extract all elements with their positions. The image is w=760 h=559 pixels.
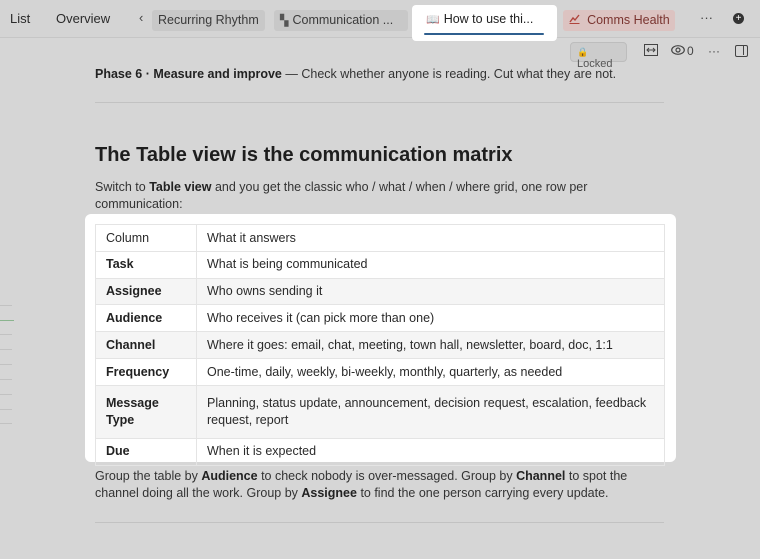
phase-6-line: Phase 6 · Measure and improve — Check wh… (95, 66, 616, 83)
outro-bold: Audience (201, 469, 258, 483)
list-view-link[interactable]: List (10, 11, 30, 26)
table-key-cell: Channel (95, 331, 197, 359)
active-tab-highlight: 📖 How to use thi... (412, 5, 557, 41)
table-key-cell: Audience (95, 304, 197, 333)
tab-how-to-use[interactable]: 📖 How to use thi... (424, 11, 544, 35)
chart-line-icon (569, 14, 583, 27)
table-row: Assignee Who owns sending it (95, 277, 665, 306)
table-value-cell: Planning, status update, announcement, d… (196, 384, 665, 439)
tab-comms-health[interactable]: Comms Health (563, 10, 675, 31)
chevron-left-icon[interactable]: ‹ (139, 10, 143, 25)
table-header-cell: Column (95, 224, 197, 252)
gutter-mark (0, 423, 12, 424)
table-value-cell: Who receives it (can pick more than one) (196, 304, 665, 333)
eye-icon[interactable] (671, 44, 685, 59)
outro-text: to find the one person carrying every up… (356, 485, 609, 500)
outro-bold: Channel (516, 469, 566, 483)
table-key-cell: Frequency (95, 357, 197, 386)
outro-text: Group the table by (95, 469, 202, 483)
table-value-cell: One-time, daily, weekly, bi-weekly, mont… (196, 357, 665, 386)
active-tab-underline (424, 33, 544, 35)
phase-description: — Check whether anyone is reading. Cut w… (281, 67, 617, 81)
intro-bold: Table view (149, 180, 212, 194)
tab-label: Comms Health (587, 13, 670, 27)
section-heading: The Table view is the communication matr… (95, 144, 513, 166)
gutter-mark (0, 320, 14, 321)
table-header-row: Column What it answers (95, 224, 665, 252)
tab-label: Communication ... (292, 13, 394, 27)
gutter-mark (0, 334, 12, 335)
gutter-mark (0, 305, 12, 306)
table-row: Channel Where it goes: email, chat, meet… (95, 331, 665, 359)
table-row: Due When it is expected (95, 437, 665, 466)
views-count: 0 (687, 44, 694, 58)
outro-paragraph: Group the table by Audience to check nob… (95, 468, 665, 501)
table-value-cell: Where it goes: email, chat, meeting, tow… (196, 331, 665, 359)
more-options-icon[interactable]: ··· (708, 44, 720, 58)
tab-label: Recurring Rhythm (158, 13, 259, 27)
table-value-cell: What is being communicated (196, 250, 665, 279)
tab-label: How to use thi... (443, 12, 534, 26)
table-header-cell: What it answers (196, 224, 665, 252)
gutter-mark (0, 349, 12, 350)
book-icon: 📖 (426, 14, 440, 26)
phase-title: Phase 6 · Measure and improve (95, 67, 282, 81)
table-key-cell: Due (95, 437, 197, 466)
table-row: Task What is being communicated (95, 250, 665, 279)
table-row: Audience Who receives it (can pick more … (95, 304, 665, 333)
table-key-cell: Task (95, 250, 197, 279)
gutter-mark (0, 379, 12, 380)
top-tab-bar: List Overview ‹ Recurring Rhythm ▚ Commun… (0, 0, 760, 41)
intro-paragraph: Switch to Table view and you get the cla… (95, 179, 595, 212)
outro-text: to check nobody is over-messaged. Group … (257, 469, 517, 483)
more-tabs-icon[interactable]: ··· (700, 10, 713, 25)
page-icon: ▚ (280, 15, 289, 27)
intro-text: Switch to (95, 180, 150, 194)
tab-recurring-rhythm[interactable]: Recurring Rhythm (152, 10, 265, 31)
gutter-mark (0, 364, 12, 365)
expand-width-icon[interactable] (644, 44, 658, 59)
overview-view-link[interactable]: Overview (56, 11, 110, 26)
side-panel-icon[interactable] (735, 45, 748, 57)
gutter-mark (0, 409, 12, 410)
table-value-cell: When it is expected (196, 437, 665, 466)
table-key-cell: Message Type (95, 384, 197, 439)
divider (95, 102, 664, 103)
matrix-table-card: Column What it answers Task What is bein… (85, 214, 676, 466)
locked-badge[interactable]: 🔒Locked (570, 42, 627, 70)
matrix-table: Column What it answers Task What is bein… (95, 224, 665, 466)
lock-icon: 🔒 (577, 47, 589, 57)
gutter-mark (0, 394, 12, 395)
table-row: Frequency One-time, daily, weekly, bi-we… (95, 357, 665, 386)
outro-bold: Assignee (301, 485, 357, 500)
add-tab-icon[interactable]: + (733, 13, 744, 24)
divider (95, 522, 664, 523)
table-value-cell: Who owns sending it (196, 277, 665, 306)
tab-communication[interactable]: ▚ Communication ... (274, 10, 408, 31)
table-key-cell: Assignee (95, 277, 197, 306)
table-row: Message Type Planning, status update, an… (95, 384, 665, 439)
